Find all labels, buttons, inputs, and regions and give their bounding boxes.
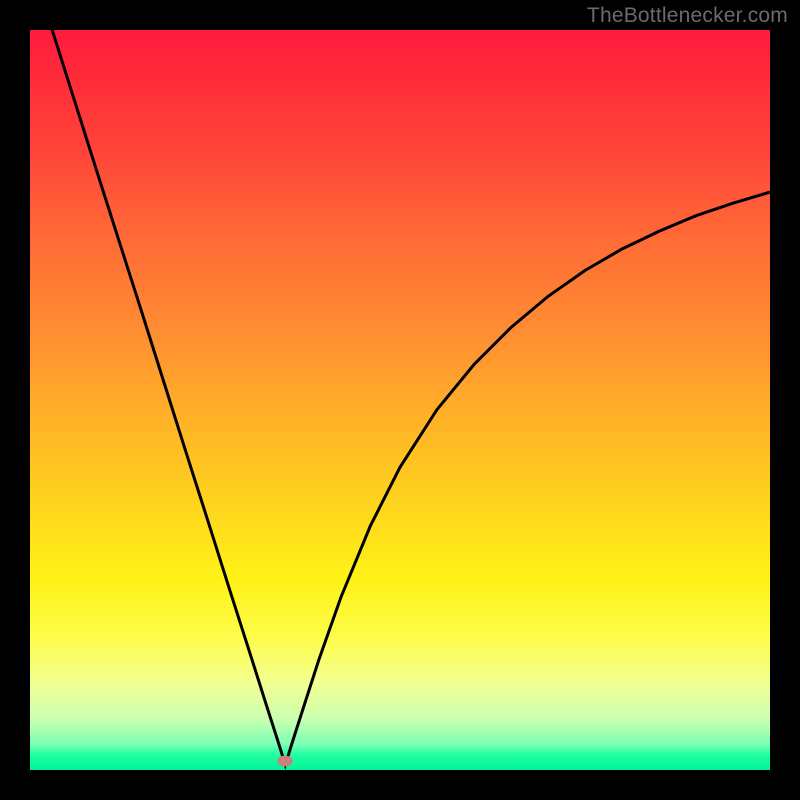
watermark-label: TheBottlenecker.com bbox=[587, 4, 788, 28]
bottleneck-curve-path bbox=[52, 30, 770, 765]
chart-svg bbox=[30, 30, 770, 770]
optimal-point-marker bbox=[278, 756, 293, 767]
plot-area bbox=[30, 30, 770, 770]
